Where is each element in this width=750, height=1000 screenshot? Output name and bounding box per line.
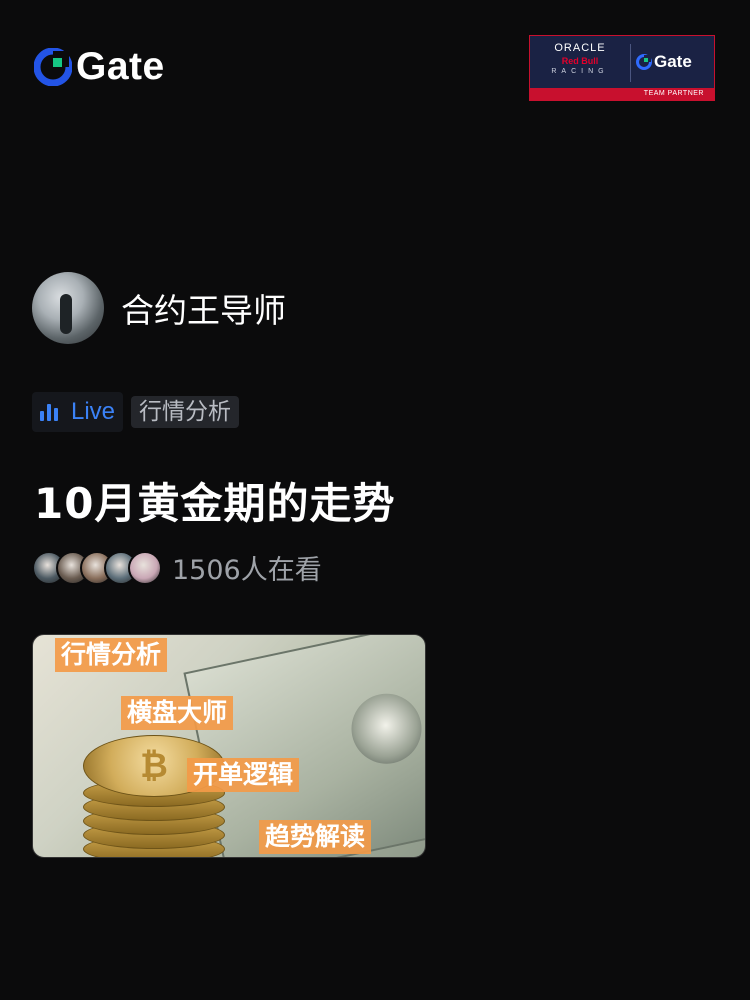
thumbnail-label: 趋势解读 bbox=[259, 820, 372, 854]
gate-logo-text: Gate bbox=[76, 45, 165, 88]
thumbnail-label: 行情分析 bbox=[55, 638, 168, 672]
partner-gate-text: Gate bbox=[654, 52, 692, 71]
stream-thumbnail[interactable]: ₿ 行情分析 横盘大师 开单逻辑 趋势解读 bbox=[32, 634, 426, 858]
team-partner-badge: ORACLE Red Bull RACING Gate TEAM PARTNER bbox=[529, 35, 715, 101]
viewer-avatars bbox=[32, 550, 162, 585]
host-info[interactable]: 合约王导师 bbox=[32, 272, 286, 344]
bill-portrait bbox=[344, 687, 425, 771]
oracle-redbull-logo: ORACLE Red Bull RACING bbox=[536, 42, 624, 75]
category-tag[interactable]: 行情分析 bbox=[131, 396, 240, 428]
gate-logo-icon bbox=[636, 54, 652, 70]
live-bars-icon bbox=[40, 403, 61, 421]
live-label: Live bbox=[71, 398, 116, 425]
host-name[interactable]: 合约王导师 bbox=[121, 284, 286, 332]
viewer-summary: 1506人在看 bbox=[32, 548, 322, 587]
gate-logo[interactable]: Gate bbox=[34, 45, 165, 88]
viewer-count: 1506人在看 bbox=[172, 555, 322, 586]
partner-line-oracle: ORACLE bbox=[554, 42, 606, 54]
live-badge: Live bbox=[32, 392, 124, 432]
partner-strip: TEAM PARTNER bbox=[530, 88, 714, 100]
live-room-page: Gate ORACLE Red Bull RACING Gate TEAM PA… bbox=[0, 0, 750, 1000]
partner-line-redbull: Red Bull bbox=[561, 56, 599, 66]
partner-divider bbox=[630, 44, 631, 82]
stream-tags: Live 行情分析 bbox=[32, 392, 240, 432]
stream-title: 10月黄金期的走势 bbox=[34, 479, 396, 528]
thumbnail-label: 开单逻辑 bbox=[187, 758, 300, 792]
thumbnail-label: 横盘大师 bbox=[121, 696, 234, 730]
host-avatar[interactable] bbox=[32, 272, 104, 344]
gate-logo-icon bbox=[34, 48, 72, 86]
viewer-avatar bbox=[128, 550, 162, 585]
partner-line-racing: RACING bbox=[551, 68, 609, 75]
partner-gate-logo: Gate bbox=[636, 52, 692, 72]
